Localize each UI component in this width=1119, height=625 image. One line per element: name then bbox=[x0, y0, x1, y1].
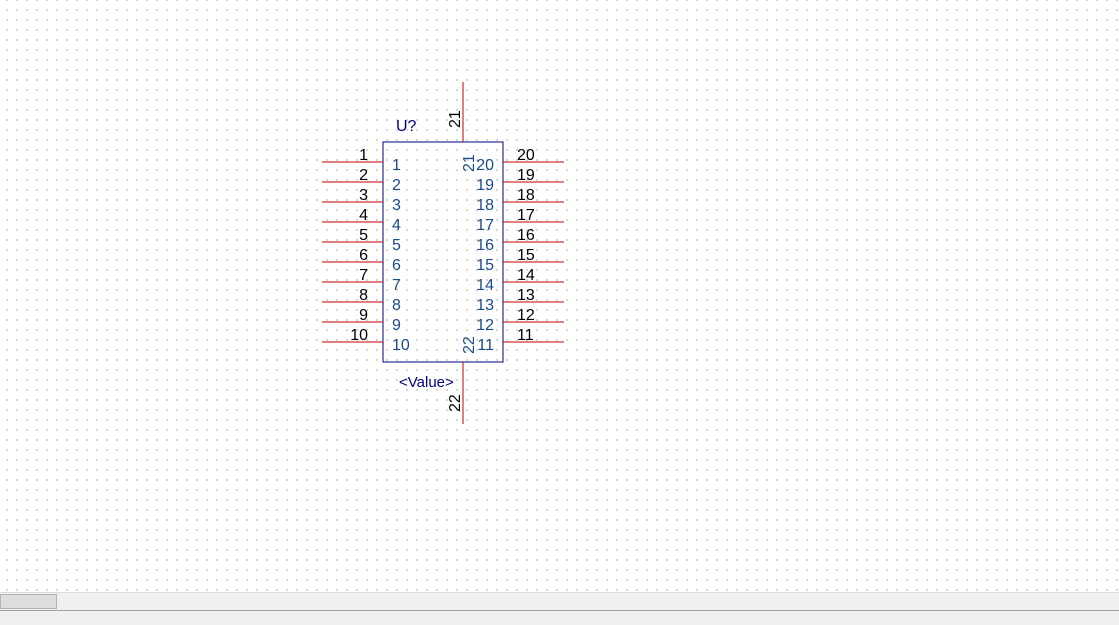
right-pin-20-name: 20 bbox=[476, 157, 494, 174]
left-pin-1-number: 1 bbox=[359, 147, 368, 164]
right-pin-11-name: 11 bbox=[477, 337, 494, 354]
left-pin-6-name: 6 bbox=[392, 257, 401, 274]
left-pin-5-name: 5 bbox=[392, 237, 401, 254]
horizontal-scrollbar[interactable] bbox=[0, 592, 1119, 610]
right-pin-16-number: 16 bbox=[517, 227, 535, 244]
left-pin-8-name: 8 bbox=[392, 297, 401, 314]
right-pin-13-number: 13 bbox=[517, 287, 535, 304]
left-pin-8-number: 8 bbox=[359, 287, 368, 304]
right-pin-17-name: 17 bbox=[476, 217, 494, 234]
left-pin-2-number: 2 bbox=[359, 167, 368, 184]
right-pin-19-number: 19 bbox=[517, 167, 535, 184]
right-pin-15-number: 15 bbox=[517, 247, 535, 264]
component-symbol[interactable]: 21 21 22 22 U? <Value> 11223344556677889… bbox=[322, 82, 564, 424]
right-pin-16-name: 16 bbox=[476, 237, 494, 254]
right-pin-group: 20 20 19 19 18 18 17 17 16 16 15 15 14 14 13 13 12 12 11 11 bbox=[476, 147, 564, 354]
right-pin-20-number: 20 bbox=[517, 147, 535, 164]
power-pin-top-number: 21 bbox=[447, 110, 464, 128]
left-pin-7-name: 7 bbox=[392, 277, 401, 294]
left-pin-10-number: 10 bbox=[350, 327, 368, 344]
right-pin-17-number: 17 bbox=[517, 207, 535, 224]
value-label[interactable]: <Value> bbox=[399, 374, 454, 391]
right-pin-15-name: 15 bbox=[476, 257, 494, 274]
schematic-svg: 21 21 22 22 U? <Value> 11223344556677889… bbox=[322, 82, 564, 424]
left-pin-6-number: 6 bbox=[359, 247, 368, 264]
left-pin-9-number: 9 bbox=[359, 307, 368, 324]
right-pin-14-number: 14 bbox=[517, 267, 535, 284]
right-pin-12-name: 12 bbox=[476, 317, 494, 334]
right-pin-12-number: 12 bbox=[517, 307, 535, 324]
schematic-canvas[interactable]: 21 21 22 22 U? <Value> 11223344556677889… bbox=[0, 0, 1119, 592]
left-pin-3-name: 3 bbox=[392, 197, 401, 214]
left-pin-3-number: 3 bbox=[359, 187, 368, 204]
left-pin-10-name: 10 bbox=[392, 337, 410, 354]
scrollbar-thumb[interactable] bbox=[0, 594, 57, 609]
left-pin-7-number: 7 bbox=[359, 267, 368, 284]
left-pin-group: 1 1 2 2 3 3 4 4 5 5 6 6 7 7 8 8 9 9 10 10 bbox=[322, 147, 410, 354]
right-pin-14-name: 14 bbox=[476, 277, 494, 294]
left-pin-5-number: 5 bbox=[359, 227, 368, 244]
right-pin-13-name: 13 bbox=[476, 297, 494, 314]
left-pin-1-name: 1 bbox=[392, 157, 401, 174]
right-pin-11-number: 11 bbox=[517, 327, 534, 344]
power-pin-bottom-name: 22 bbox=[461, 336, 478, 354]
right-pin-18-name: 18 bbox=[476, 197, 494, 214]
left-pin-9-name: 9 bbox=[392, 317, 401, 334]
left-pin-2-name: 2 bbox=[392, 177, 401, 194]
reference-label[interactable]: U? bbox=[396, 118, 417, 135]
left-pin-4-name: 4 bbox=[392, 217, 401, 234]
right-pin-18-number: 18 bbox=[517, 187, 535, 204]
status-bar bbox=[0, 610, 1119, 625]
power-pin-bottom-number: 22 bbox=[447, 394, 464, 412]
right-pin-19-name: 19 bbox=[476, 177, 494, 194]
left-pin-4-number: 4 bbox=[359, 207, 368, 224]
